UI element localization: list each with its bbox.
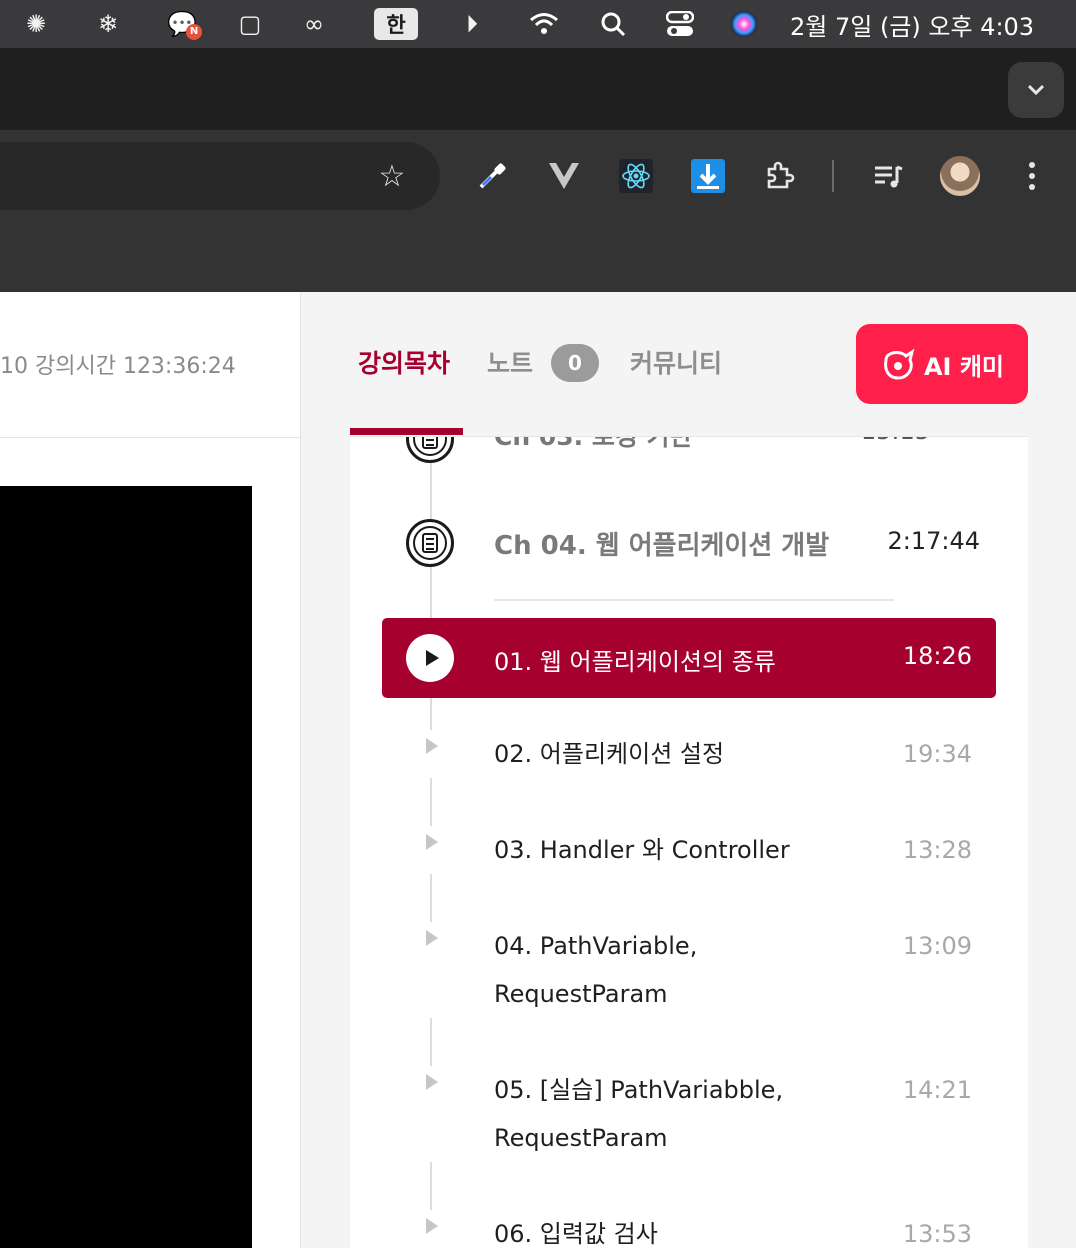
tab-note[interactable]: 노트 [487,344,533,380]
chapter-row[interactable]: Ch 03. 로깅 기반 15:15 [350,436,1028,463]
lesson-title: 04. PathVariable, RequestParam [494,932,698,1008]
play-triangle-icon [426,1074,438,1090]
lesson-duration: 19:34 [902,740,972,768]
lesson-row[interactable]: 02. 어플리케이션 설정 19:34 [350,730,1028,778]
ai-chat-button[interactable]: AI 캐미 [856,324,1028,404]
control-center-icon[interactable] [664,8,696,40]
color-picker-extension-icon[interactable] [472,156,512,196]
play-circle-icon [406,634,454,682]
play-triangle-icon [426,738,438,754]
menubar-clock[interactable]: 2월 7일 (금) 오후 4:03 [790,0,1034,48]
tab-curriculum[interactable]: 강의목차 [358,344,450,380]
ai-button-label: AI 캐미 [923,352,1005,381]
chatgpt-icon[interactable]: ✺ [20,8,52,40]
browser-menu-icon[interactable] [1012,156,1052,196]
siri-icon[interactable] [728,8,760,40]
chapter-document-icon [406,519,454,567]
chapter-divider [494,599,894,601]
lesson-row-active[interactable]: 01. 웹 어플리케이션의 종류 18:26 [382,618,996,698]
video-player[interactable] [0,486,252,1248]
input-method-indicator[interactable]: 한 [374,8,418,40]
lesson-title: 02. 어플리케이션 설정 [494,740,725,768]
lecture-duration: 10 강의시간 123:36:24 [0,354,236,379]
active-tab-indicator [350,428,463,435]
lesson-duration: 13:09 [902,932,972,960]
profile-avatar[interactable] [940,156,980,196]
chapter-title: Ch 04. 웹 어플리케이션 개발 [494,531,830,561]
bookmark-star-icon[interactable]: ☆ [372,158,412,194]
play-circle-icon[interactable]: ⏵ [456,8,488,40]
lesson-duration: 18:26 [902,642,972,670]
toolbar-separator [832,160,834,192]
lesson-title: 03. Handler 와 Controller [494,836,790,864]
chapter-duration: 2:17:44 [887,527,980,555]
chat-bubble-icon[interactable]: 💬 N [166,8,202,40]
lesson-title: 05. [실습] PathVariabble, RequestParam [494,1076,784,1152]
lesson-duration: 13:28 [902,836,972,864]
perplexity-icon[interactable]: ❄ [92,8,124,40]
spotlight-search-icon[interactable] [597,8,629,40]
download-extension-icon[interactable] [688,156,728,196]
lesson-title: 06. 입력값 검사 [494,1220,658,1248]
react-devtools-extension-icon[interactable] [616,156,656,196]
lesson-duration: 13:53 [902,1220,972,1248]
media-queue-icon[interactable] [868,156,908,196]
curriculum-list: Ch 03. 로깅 기반 15:15 Ch 04. 웹 어플리케이션 개발 2:… [350,436,1028,1248]
tab-community[interactable]: 커뮤니티 [630,344,722,380]
wifi-icon[interactable] [528,8,560,40]
chapter-duration: 15:15 [861,437,930,445]
play-triangle-icon [426,930,438,946]
lesson-row[interactable]: 06. 입력값 검사 13:53 [350,1210,1028,1248]
chapter-document-icon [406,437,454,463]
chapter-row[interactable]: Ch 04. 웹 어플리케이션 개발 2:17:44 [350,519,1028,601]
lesson-row[interactable]: 05. [실습] PathVariabble, RequestParam 14:… [350,1066,1028,1162]
ai-mascot-icon [884,348,915,380]
lesson-title: 01. 웹 어플리케이션의 종류 [494,648,776,676]
note-count-badge: 0 [551,344,599,382]
play-triangle-icon [426,834,438,850]
clipboard-icon[interactable]: ▢ [234,8,266,40]
menu-bar: ✺ ❄ 💬 N ▢ ∞ 한 ⏵ 2월 7일 (금) 오후 4:03 [0,0,1076,48]
lesson-row[interactable]: 03. Handler 와 Controller 13:28 [350,826,1028,874]
chevron-down-icon [1027,84,1045,96]
chapter-title: Ch 03. 로깅 기반 [494,436,693,451]
glasses-icon[interactable]: ∞ [298,8,330,40]
extensions-puzzle-icon[interactable] [760,156,800,196]
vue-devtools-extension-icon[interactable] [544,156,584,196]
lesson-row[interactable]: 04. PathVariable, RequestParam 13:09 [350,922,1028,1018]
browser-tab-strip [0,48,1076,130]
lesson-duration: 14:21 [902,1076,972,1104]
tab-search-button[interactable] [1008,62,1064,118]
play-triangle-icon [426,1218,438,1234]
